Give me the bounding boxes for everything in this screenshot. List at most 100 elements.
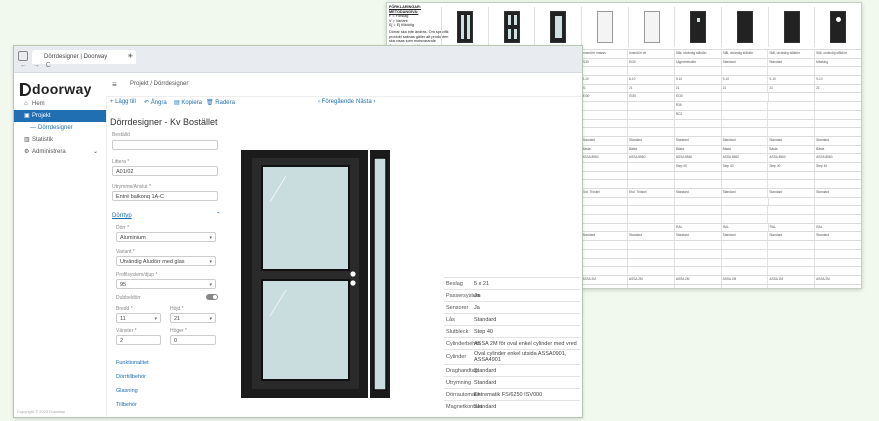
- undo-button[interactable]: ↶ Ångra: [144, 99, 167, 106]
- door-select[interactable]: Aluminium: [116, 232, 216, 242]
- sheet-cell: Step 40: [673, 162, 721, 171]
- sheet-cell: [627, 197, 674, 206]
- sheet-cell: [627, 215, 674, 223]
- forward-icon[interactable]: →: [33, 62, 40, 69]
- spec-row: Draghandtag Standard: [444, 364, 580, 376]
- sheet-cell: [580, 284, 627, 288]
- sheet-cell: [580, 110, 627, 119]
- add-button[interactable]: + Lägg till: [110, 99, 136, 105]
- sheet-cell: Step 40: [767, 162, 814, 171]
- spec-row: Beslag 5 x 21: [444, 277, 580, 289]
- sheet-cell: Innerdörr vit: [627, 50, 674, 58]
- sidebar-item-dorrdesigner[interactable]: — Dörrdesigner: [14, 122, 106, 134]
- prev-button[interactable]: ‹ Föregående: [318, 99, 354, 105]
- sheet-cell: [720, 128, 768, 136]
- sheet-cell: Ekd. Tröskel: [627, 189, 674, 197]
- sheet-cell: Bästa: [720, 145, 768, 154]
- sheet-cell: 9-10: [673, 76, 721, 84]
- sidebar-label: Statistik: [32, 137, 54, 143]
- spec-value: Standard: [474, 367, 497, 374]
- panel-dorrtillbehor[interactable]: Dörrtillbehör: [116, 374, 146, 380]
- sheet-cell: [673, 249, 721, 258]
- window-icon[interactable]: [18, 51, 28, 61]
- next-button[interactable]: Nästa ›: [356, 99, 375, 105]
- spec-row: Lås Standard: [444, 313, 580, 325]
- spec-value: Step 40: [474, 328, 493, 335]
- sheet-cell: [720, 180, 768, 188]
- sheet-cell: ASSA 2M: [814, 275, 861, 284]
- sheet-cell: 9-10: [767, 76, 814, 84]
- sheet-cell: [720, 258, 768, 267]
- sheet-cell: [580, 197, 628, 206]
- sheet-cell: [627, 241, 674, 249]
- sheet-cell: [814, 93, 861, 102]
- chevron-up-icon[interactable]: ⌃: [216, 212, 221, 218]
- height-select[interactable]: 21: [170, 313, 216, 323]
- sheet-cell: [814, 119, 861, 128]
- sheet-cell: [720, 93, 768, 102]
- sheet-cell: 21: [814, 84, 861, 93]
- reload-icon[interactable]: C: [46, 62, 51, 69]
- double-door-toggle[interactable]: [206, 294, 218, 300]
- door-thumb: [814, 7, 861, 47]
- sheet-cell: Standard: [814, 136, 861, 145]
- sidebar: ⌂ Hem ▣ Projekt — Dörrdesigner ▥ Statistik ⚙…: [14, 98, 107, 417]
- sidebar-item-administrera[interactable]: ⚙ Administrera ⌄: [14, 146, 106, 158]
- sheet-cell: Standard: [580, 136, 627, 145]
- app-logo[interactable]: doorway: [20, 81, 92, 97]
- width-select[interactable]: 11: [116, 313, 161, 323]
- sidebar-item-statistik[interactable]: ▥ Statistik: [14, 134, 106, 146]
- sheet-cell: Standard: [673, 189, 721, 197]
- littera-input[interactable]: A01/02: [112, 166, 218, 176]
- delete-button[interactable]: 🗑 Radera: [206, 99, 235, 106]
- sheet-cell: [767, 206, 814, 215]
- project-icon: ▣: [24, 113, 30, 119]
- sheet-cell: [767, 284, 814, 288]
- spec-key: Dörrautomatik: [446, 391, 481, 398]
- sheet-cell: 9-10: [814, 76, 861, 84]
- new-tab-button[interactable]: +: [128, 51, 133, 61]
- menu-icon[interactable]: ≡: [112, 80, 117, 89]
- panel-glasning[interactable]: Glasning: [116, 388, 138, 394]
- sheet-cell: Stål, utvändig ståldörr: [673, 50, 721, 58]
- field-label: Höjd *: [170, 306, 184, 312]
- right-input[interactable]: 0: [170, 335, 216, 345]
- section-title[interactable]: Dörrtyp: [112, 213, 132, 219]
- sheet-cell: RAL: [674, 223, 721, 232]
- sidebar-item-hem[interactable]: ⌂ Hem: [14, 98, 106, 110]
- breadcrumb[interactable]: Projekt / Dörrdesigner: [130, 81, 188, 87]
- placement-input[interactable]: Entré balkonq 1A-C: [112, 191, 218, 201]
- sidebar-item-projekt[interactable]: ▣ Projekt: [14, 110, 106, 122]
- profile-select[interactable]: 95: [116, 279, 216, 289]
- sheet-cell: [627, 67, 674, 76]
- field-label: Littera *: [112, 159, 130, 165]
- spec-value: Ja: [474, 292, 480, 299]
- sheet-cell: [720, 171, 768, 180]
- variant-select[interactable]: Utvändig Aludörr med glas: [116, 256, 216, 266]
- sheet-cell: Lägenhetsdörr: [673, 58, 721, 67]
- panel-funktionalitet[interactable]: Funktionalitet: [116, 360, 149, 366]
- sheet-cell: EI30: [580, 93, 628, 102]
- sheet-cell: 9-10: [720, 76, 768, 84]
- spec-value: Standard: [474, 316, 497, 323]
- field-label: Utrymme/Anslut *: [112, 184, 151, 190]
- sheet-cell: [767, 258, 814, 267]
- sheet-cell: [767, 110, 814, 119]
- sheet-cell: [580, 223, 628, 232]
- sheet-cell: [580, 241, 627, 249]
- back-icon[interactable]: ←: [20, 62, 27, 69]
- spec-key: Sensorer: [446, 304, 469, 311]
- sheet-cell: [814, 258, 861, 267]
- sheet-cell: [580, 171, 627, 180]
- sheet-cell: Standard: [627, 232, 674, 241]
- bestallning-input[interactable]: [112, 140, 218, 150]
- sheet-cell: [627, 110, 674, 119]
- spec-key: Slutbleck: [446, 328, 469, 335]
- sheet-cell: Innerdörr massiv: [580, 50, 627, 58]
- browser-chrome: Dörrdesigner | Doorway × + ← → C: [14, 46, 582, 73]
- copy-button[interactable]: ▤ Kopiera: [174, 99, 202, 106]
- sheet-cell: [767, 241, 814, 249]
- panel-tillbehor[interactable]: Tillbehör: [116, 402, 137, 408]
- left-input[interactable]: 2: [116, 335, 161, 345]
- spec-key: Cylinderbehör: [446, 340, 481, 347]
